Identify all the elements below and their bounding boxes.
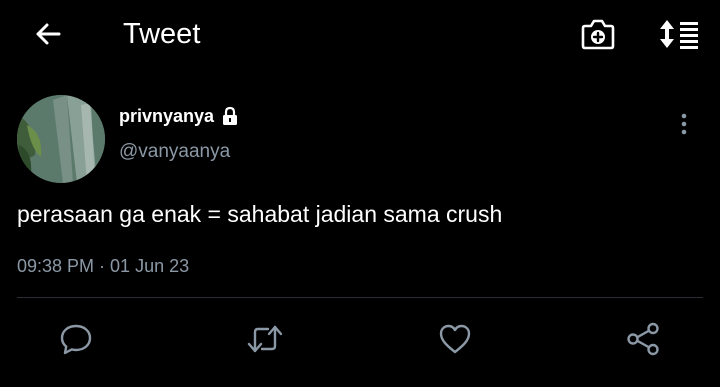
user-handle[interactable]: @vanyaanya (119, 140, 230, 164)
tweet-detail: privnyanya @vanyaanya perasaan ga enak =… (0, 68, 720, 387)
arrow-left-icon (36, 23, 61, 45)
back-button[interactable] (30, 16, 66, 52)
tweet-timestamp: 09:38 PM · 01 Jun 23 (17, 256, 190, 276)
avatar-image (17, 95, 105, 183)
lock-icon (220, 106, 240, 126)
share-button[interactable] (623, 320, 663, 358)
share-icon (627, 322, 659, 356)
camera-plus-icon (581, 19, 615, 50)
reply-button[interactable] (56, 320, 96, 358)
more-vertical-icon (681, 113, 687, 135)
like-button[interactable] (435, 320, 475, 358)
retweet-button[interactable] (245, 320, 285, 358)
avatar[interactable] (17, 95, 105, 183)
top-app-bar: Tweet (0, 0, 720, 68)
tweet-text: perasaan ga enak = sahabat jadian sama c… (17, 201, 503, 227)
reply-icon (60, 324, 92, 355)
divider (17, 297, 703, 298)
page-title: Tweet (123, 18, 201, 50)
more-options-button[interactable] (668, 110, 700, 138)
retweet-icon (247, 325, 283, 353)
sort-button[interactable] (654, 14, 702, 54)
display-name[interactable]: privnyanya (119, 104, 214, 128)
camera-button[interactable] (578, 14, 618, 54)
author-name-row: privnyanya (119, 104, 240, 128)
sort-list-icon (660, 20, 698, 49)
heart-icon (439, 324, 471, 354)
